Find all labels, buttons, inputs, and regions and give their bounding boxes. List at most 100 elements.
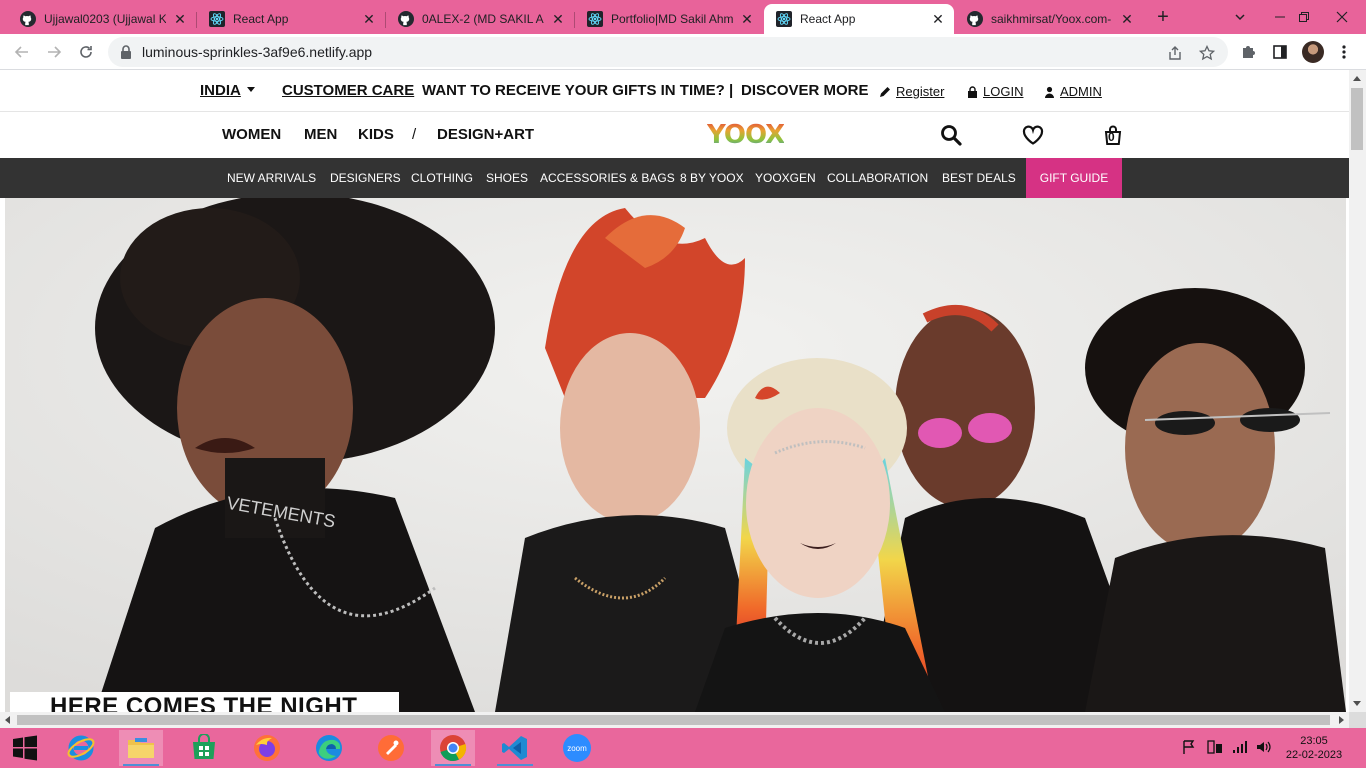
- category-shoes[interactable]: SHOES: [486, 171, 528, 185]
- zoom-icon[interactable]: zoom: [555, 730, 599, 766]
- kebab-menu-icon[interactable]: [1332, 40, 1356, 64]
- back-icon[interactable]: [8, 38, 36, 66]
- nav-men[interactable]: MEN: [304, 126, 337, 143]
- close-tab-icon[interactable]: ✕: [172, 11, 188, 27]
- page-viewport: INDIA CUSTOMER CARE WANT TO RECEIVE YOUR…: [0, 70, 1349, 712]
- scrollbar-corner: [1349, 712, 1366, 728]
- react-icon: [209, 11, 225, 27]
- close-tab-icon[interactable]: ✕: [550, 11, 566, 27]
- scroll-down-arrow[interactable]: [1353, 701, 1361, 706]
- horizontal-scroll-thumb[interactable]: [17, 715, 1330, 725]
- category-designers[interactable]: DESIGNERS: [330, 171, 401, 185]
- browser-tab-6[interactable]: saikhmirsat/Yoox.com- ✕: [955, 4, 1143, 34]
- address-bar[interactable]: luminous-sprinkles-3af9e6.netlify.app: [108, 37, 1228, 67]
- admin-label: ADMIN: [1060, 84, 1102, 99]
- postman-icon[interactable]: [369, 730, 413, 766]
- category-8-by-yoox[interactable]: 8 BY YOOX: [680, 171, 744, 185]
- github-icon: [398, 11, 414, 27]
- nav-kids[interactable]: KIDS: [358, 126, 394, 143]
- react-icon: [776, 11, 792, 27]
- tab-search-icon[interactable]: [1218, 0, 1262, 34]
- country-selector[interactable]: INDIA: [200, 82, 255, 99]
- shopping-bag-icon[interactable]: 0: [1100, 122, 1126, 148]
- browser-tab-4[interactable]: Portfolio|MD Sakil Ahm ✕: [575, 4, 763, 34]
- network-signal-icon[interactable]: [1232, 740, 1248, 754]
- category-bar: NEW ARRIVALS DESIGNERS CLOTHING SHOES AC…: [0, 158, 1349, 198]
- hero-image: VETEMENTS: [5, 198, 1346, 712]
- nav-separator: /: [412, 126, 417, 143]
- forward-icon[interactable]: [40, 38, 68, 66]
- profile-avatar[interactable]: [1302, 41, 1324, 63]
- category-accessories-bags[interactable]: ACCESSORIES & BAGS: [540, 171, 675, 185]
- gift-guide-button[interactable]: GIFT GUIDE: [1026, 158, 1122, 198]
- category-best-deals[interactable]: BEST DEALS: [942, 171, 1016, 185]
- vertical-scroll-thumb[interactable]: [1351, 88, 1363, 150]
- caret-down-icon: [246, 87, 255, 92]
- tab-title: Portfolio|MD Sakil Ahm: [611, 12, 733, 26]
- github-icon: [967, 11, 983, 27]
- hero-caption[interactable]: HERE COMES THE NIGHT: [10, 692, 399, 712]
- url-text: luminous-sprinkles-3af9e6.netlify.app: [142, 44, 373, 60]
- vscode-icon[interactable]: [493, 730, 537, 766]
- user-icon: [1045, 86, 1054, 98]
- tab-title: React App: [800, 12, 856, 26]
- share-icon[interactable]: [1166, 44, 1184, 62]
- register-link[interactable]: Register: [879, 84, 944, 99]
- react-icon: [587, 11, 603, 27]
- device-icon[interactable]: [1207, 740, 1223, 754]
- close-tab-icon[interactable]: ✕: [361, 11, 377, 27]
- volume-icon[interactable]: [1256, 740, 1272, 754]
- close-tab-icon[interactable]: ✕: [930, 11, 946, 27]
- chrome-icon[interactable]: [431, 730, 475, 766]
- flag-icon[interactable]: [1182, 740, 1196, 754]
- clock-date: 22-02-2023: [1285, 749, 1343, 761]
- scroll-right-arrow[interactable]: [1339, 716, 1344, 724]
- vertical-scrollbar[interactable]: [1349, 70, 1366, 712]
- nav-design-art[interactable]: DESIGN+ART: [437, 126, 534, 143]
- browser-tab-5[interactable]: React App ✕: [764, 4, 954, 34]
- search-icon[interactable]: [938, 122, 964, 148]
- browser-tab-1[interactable]: Ujjawal0203 (Ujjawal Ku ✕: [8, 4, 196, 34]
- nav-women[interactable]: WOMEN: [222, 126, 281, 143]
- pencil-icon: [880, 86, 890, 97]
- new-tab-button[interactable]: +: [1151, 6, 1175, 30]
- lock-icon[interactable]: [120, 45, 132, 64]
- windows-start-icon[interactable]: [3, 730, 47, 766]
- microsoft-store-icon[interactable]: [182, 730, 226, 766]
- side-panel-icon[interactable]: [1268, 40, 1292, 64]
- bookmark-star-icon[interactable]: [1198, 44, 1216, 62]
- login-link[interactable]: LOGIN: [967, 84, 1023, 99]
- edge-icon[interactable]: [307, 730, 351, 766]
- browser-tab-3[interactable]: 0ALEX-2 (MD SAKIL AH ✕: [386, 4, 574, 34]
- hero-caption-text: HERE COMES THE NIGHT: [50, 693, 358, 712]
- hero-banner[interactable]: VETEMENTS HERE COMES THE NIGHT: [5, 198, 1346, 712]
- browser-tab-2[interactable]: React App ✕: [197, 4, 385, 34]
- file-explorer-icon[interactable]: [119, 730, 163, 766]
- browser-toolbar: luminous-sprinkles-3af9e6.netlify.app: [0, 34, 1366, 70]
- scroll-left-arrow[interactable]: [5, 716, 10, 724]
- register-label: Register: [896, 84, 945, 99]
- github-icon: [20, 11, 36, 27]
- internet-explorer-icon[interactable]: [59, 730, 103, 766]
- customer-care-link[interactable]: CUSTOMER CARE: [282, 82, 414, 99]
- close-tab-icon[interactable]: ✕: [739, 11, 755, 27]
- reload-icon[interactable]: [72, 38, 100, 66]
- wishlist-heart-icon[interactable]: [1020, 122, 1046, 148]
- extensions-puzzle-icon[interactable]: [1236, 40, 1260, 64]
- category-collaboration[interactable]: COLLABORATION: [827, 171, 928, 185]
- category-yooxgen[interactable]: YOOXGEN: [755, 171, 816, 185]
- yoox-logo[interactable]: YOOX: [707, 120, 785, 150]
- system-clock[interactable]: 23:05 22-02-2023: [1284, 734, 1344, 762]
- clock-time: 23:05: [1300, 735, 1328, 747]
- close-tab-icon[interactable]: ✕: [1119, 11, 1135, 27]
- tab-title: Ujjawal0203 (Ujjawal Ku: [44, 12, 166, 26]
- admin-link[interactable]: ADMIN: [1044, 84, 1102, 99]
- horizontal-scrollbar[interactable]: [0, 712, 1349, 728]
- category-new-arrivals[interactable]: NEW ARRIVALS: [227, 171, 316, 185]
- close-window-icon[interactable]: [1320, 0, 1364, 34]
- firefox-icon[interactable]: [245, 730, 289, 766]
- logo-text: YOOX: [707, 120, 785, 150]
- scroll-up-arrow[interactable]: [1353, 76, 1361, 81]
- category-clothing[interactable]: CLOTHING: [411, 171, 473, 185]
- discover-more-link[interactable]: DISCOVER MORE: [741, 82, 869, 99]
